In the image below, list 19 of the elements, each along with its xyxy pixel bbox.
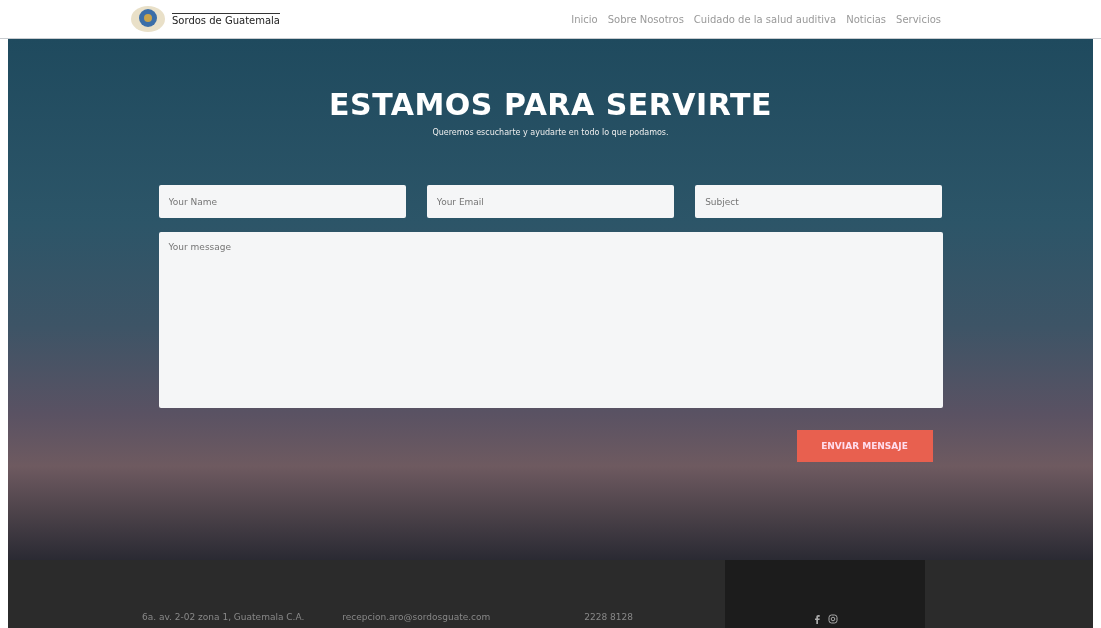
nav-link[interactable]: Cuidado de la salud auditiva bbox=[693, 13, 837, 25]
input-field[interactable]: Your Email bbox=[426, 185, 675, 218]
nav-link[interactable]: Sobre Nosotros bbox=[607, 13, 684, 25]
footer-phone: 2228 8128 bbox=[584, 612, 633, 622]
facebook-icon[interactable] bbox=[812, 614, 822, 624]
hero-subtitle: Queremos escucharte y ayudarte en todo lo que podamos. bbox=[432, 128, 669, 137]
input-field[interactable]: Subject bbox=[695, 185, 943, 218]
footer-email[interactable]: recepcion.aro@sordosguate.com bbox=[342, 612, 491, 622]
nav-link[interactable]: Servicios bbox=[896, 13, 941, 25]
instagram-icon[interactable] bbox=[828, 614, 838, 624]
send-button[interactable]: ENVIAR MENSAJE bbox=[796, 430, 933, 462]
logo-text: Sordos de Guatemala bbox=[172, 12, 280, 26]
message-field[interactable]: Your message bbox=[158, 232, 943, 408]
nav-link[interactable]: Inicio bbox=[571, 13, 598, 25]
hero-title: ESTAMOS PARA SERVIRTE bbox=[329, 87, 772, 122]
footer-address: 6a. av. 2-02 zona 1, Guatemala C.A. bbox=[142, 612, 305, 622]
nav-link[interactable]: Noticias bbox=[846, 13, 887, 25]
logo-icon bbox=[130, 5, 166, 33]
input-field[interactable]: Your Name bbox=[158, 185, 406, 218]
